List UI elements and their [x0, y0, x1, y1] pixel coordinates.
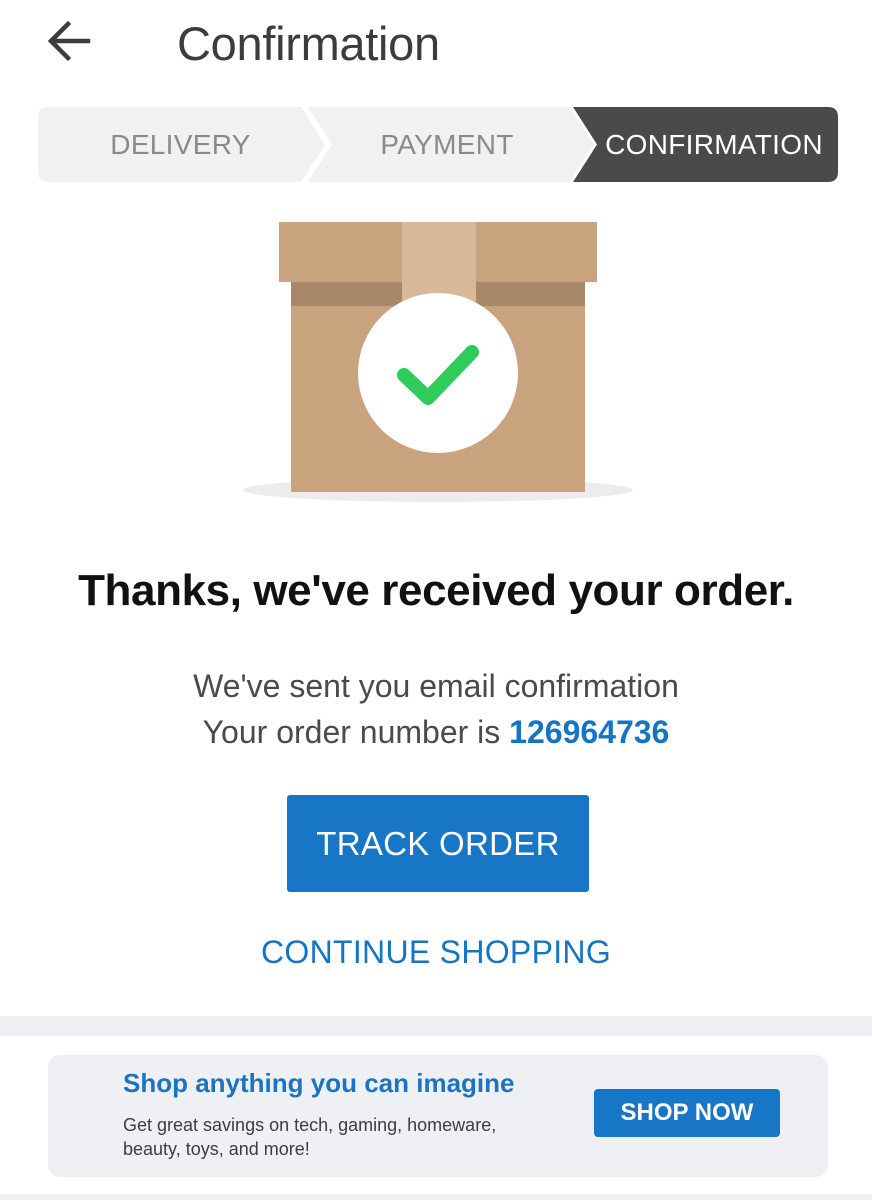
arrow-left-icon: [47, 20, 91, 62]
app-header: Confirmation: [0, 0, 872, 90]
continue-shopping-link[interactable]: CONTINUE SHOPPING: [0, 934, 872, 971]
section-divider: [0, 1016, 872, 1036]
back-button[interactable]: [44, 18, 94, 64]
email-confirmation-text: We've sent you email confirmation: [193, 668, 679, 704]
promo-title: Shop anything you can imagine: [123, 1068, 515, 1098]
order-number: 126964736: [509, 714, 670, 750]
order-number-line: Your order number is 126964736: [0, 714, 872, 751]
step-delivery[interactable]: DELIVERY: [58, 107, 303, 182]
step-payment[interactable]: PAYMENT: [328, 107, 566, 182]
shop-now-button[interactable]: SHOP NOW: [594, 1089, 780, 1137]
checkout-stepper: DELIVERY PAYMENT CONFIRMATION: [38, 107, 838, 182]
track-order-button[interactable]: TRACK ORDER: [287, 795, 589, 892]
promo-banner[interactable]: Shop anything you can imagine Get great …: [48, 1055, 828, 1177]
step-confirmation[interactable]: CONFIRMATION: [596, 107, 832, 182]
footer-divider: [0, 1194, 872, 1200]
order-number-label: Your order number is: [202, 714, 510, 750]
confirmation-heading: Thanks, we've received your order.: [78, 566, 794, 615]
promo-text: Get great savings on tech, gaming, homew…: [123, 1115, 497, 1159]
page-title: Confirmation: [177, 17, 440, 70]
package-check-icon: [240, 218, 636, 508]
